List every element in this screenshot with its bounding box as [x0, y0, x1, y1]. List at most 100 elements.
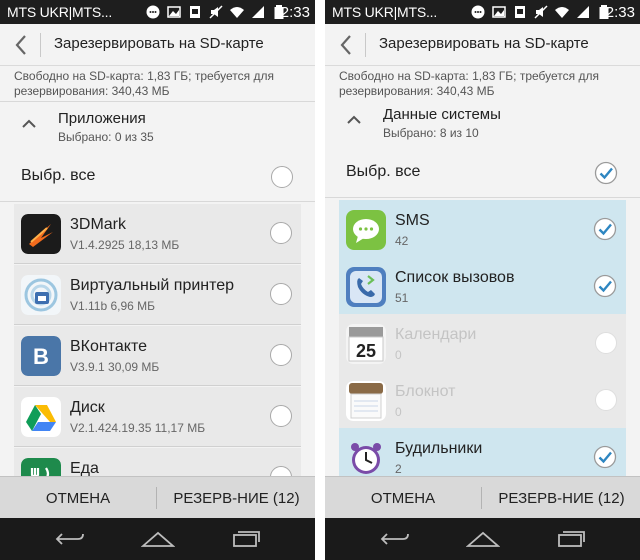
item-detail: 42: [395, 234, 409, 248]
item-checkbox[interactable]: [270, 283, 292, 305]
backup-button[interactable]: РЕЗЕРВ-НИЕ (12): [158, 477, 315, 519]
nav-recents-button[interactable]: [226, 527, 266, 551]
divider: [365, 33, 366, 57]
chevron-left-icon: [15, 35, 26, 55]
list-item[interactable]: Виртуальный принтер V1.11b 6,96 МБ: [14, 265, 301, 325]
item-name: Календари: [395, 326, 477, 343]
3dmark-icon: [21, 214, 61, 254]
list-item[interactable]: Список вызовов 51: [339, 257, 626, 317]
item-detail: V1.11b 6,96 МБ: [70, 299, 156, 313]
recents-icon: [558, 531, 585, 547]
item-checkbox[interactable]: [270, 222, 292, 244]
item-detail: 0: [395, 405, 402, 419]
gallery-notification-icon: [167, 6, 181, 18]
section-title: Приложения: [58, 110, 146, 127]
select-all-label: Выбр. все: [21, 167, 96, 184]
backup-button[interactable]: РЕЗЕРВ-НИЕ (12): [483, 477, 640, 519]
navigation-bar: [0, 518, 315, 560]
phone-screen-system-data: MTS UKR|MTS... 2:33 Зарезервировать на S…: [325, 0, 640, 560]
select-all-checkbox[interactable]: [271, 166, 293, 188]
select-all-checkbox[interactable]: [594, 161, 618, 185]
item-checkbox[interactable]: [593, 274, 617, 298]
signal-icon: [252, 6, 264, 18]
home-icon: [141, 531, 175, 547]
nav-back-button[interactable]: [50, 527, 90, 551]
nav-recents-button[interactable]: [551, 527, 591, 551]
navigation-bar: [325, 518, 640, 560]
phone-screen-apps: MTS UKR|MTS... 2:33 Зарезервировать на S…: [0, 0, 315, 560]
calendar-icon: 25: [346, 324, 386, 364]
list-item[interactable]: В ВКонтакте V3.9.1 30,09 МБ: [14, 326, 301, 386]
item-detail: 2: [395, 462, 402, 476]
item-name: SMS: [395, 212, 430, 229]
image-notification-icon: [190, 6, 200, 18]
vkontakte-icon: В: [21, 336, 61, 376]
messenger-notification-icon: [146, 5, 160, 19]
app-bar: Зарезервировать на SD-карте: [325, 24, 640, 66]
home-icon: [466, 531, 500, 547]
item-checkbox[interactable]: [595, 389, 617, 411]
svg-text:В: В: [33, 344, 49, 369]
call-log-icon: [346, 267, 386, 307]
divider: [481, 487, 482, 509]
mute-icon: [534, 5, 548, 19]
chevron-left-icon: [340, 35, 351, 55]
back-arrow-icon: [55, 533, 84, 545]
status-bar: MTS UKR|MTS... 2:33: [325, 0, 640, 24]
section-header-apps[interactable]: Приложения Выбрано: 0 из 35: [0, 102, 315, 152]
item-name: Виртуальный принтер: [70, 277, 235, 294]
list-item[interactable]: 3DMark V1.4.2925 18,13 МБ: [14, 204, 301, 264]
back-button[interactable]: [333, 30, 359, 60]
list-item[interactable]: Диск V2.1.424.19.35 11,17 МБ: [14, 387, 301, 447]
clock: 2:33: [605, 4, 635, 21]
cancel-button[interactable]: ОТМЕНА: [0, 477, 156, 519]
back-arrow-icon: [380, 533, 409, 545]
section-title: Данные системы: [383, 106, 501, 123]
app-bar: Зарезервировать на SD-карте: [0, 24, 315, 66]
nav-home-button[interactable]: [138, 527, 178, 551]
storage-info: Свободно на SD-карта: 1,83 ГБ; требуется…: [325, 66, 640, 102]
action-bar: ОТМЕНА РЕЗЕРВ-НИЕ (12): [0, 476, 315, 518]
action-bar: ОТМЕНА РЕЗЕРВ-НИЕ (12): [325, 476, 640, 518]
select-all-row[interactable]: Выбр. все: [0, 152, 315, 202]
item-checkbox[interactable]: [270, 344, 292, 366]
item-detail: 51: [395, 291, 409, 305]
list-item[interactable]: 25 Календари 0: [339, 314, 626, 374]
nav-back-button[interactable]: [375, 527, 415, 551]
back-button[interactable]: [8, 30, 34, 60]
wifi-icon: [555, 7, 569, 18]
section-header-system-data[interactable]: Данные системы Выбрано: 8 из 10: [325, 98, 640, 148]
clock: 2:33: [280, 4, 310, 21]
image-notification-icon: [515, 6, 525, 18]
item-checkbox[interactable]: [595, 332, 617, 354]
select-all-row[interactable]: Выбр. все: [325, 148, 640, 198]
sms-icon: [346, 210, 386, 250]
carrier-label: MTS UKR|MTS...: [332, 4, 438, 20]
notepad-icon: [346, 381, 386, 421]
page-title: Зарезервировать на SD-карте: [379, 35, 589, 52]
messenger-notification-icon: [471, 5, 485, 19]
selection-count: Выбрано: 8 из 10: [383, 126, 479, 140]
nav-home-button[interactable]: [463, 527, 503, 551]
item-detail: V3.9.1 30,09 МБ: [70, 360, 160, 374]
list-item[interactable]: SMS 42: [339, 200, 626, 260]
chevron-up-icon[interactable]: [20, 116, 38, 130]
item-name: Блокнот: [395, 383, 456, 400]
wifi-icon: [230, 7, 244, 18]
status-bar: MTS UKR|MTS... 2:33: [0, 0, 315, 24]
item-checkbox[interactable]: [593, 445, 617, 469]
signal-icon: [577, 6, 589, 18]
item-checkbox[interactable]: [593, 217, 617, 241]
list-item[interactable]: Блокнот 0: [339, 371, 626, 431]
divider: [156, 487, 157, 509]
selection-count: Выбрано: 0 из 35: [58, 130, 154, 144]
item-checkbox[interactable]: [270, 405, 292, 427]
svg-text:25: 25: [356, 341, 376, 361]
cancel-button[interactable]: ОТМЕНА: [325, 477, 481, 519]
drive-icon: [21, 397, 61, 437]
item-name: ВКонтакте: [70, 338, 147, 355]
item-name: Будильники: [395, 440, 483, 457]
virtual-printer-icon: [21, 275, 61, 315]
chevron-up-icon[interactable]: [345, 112, 363, 126]
item-name: Список вызовов: [395, 269, 515, 286]
